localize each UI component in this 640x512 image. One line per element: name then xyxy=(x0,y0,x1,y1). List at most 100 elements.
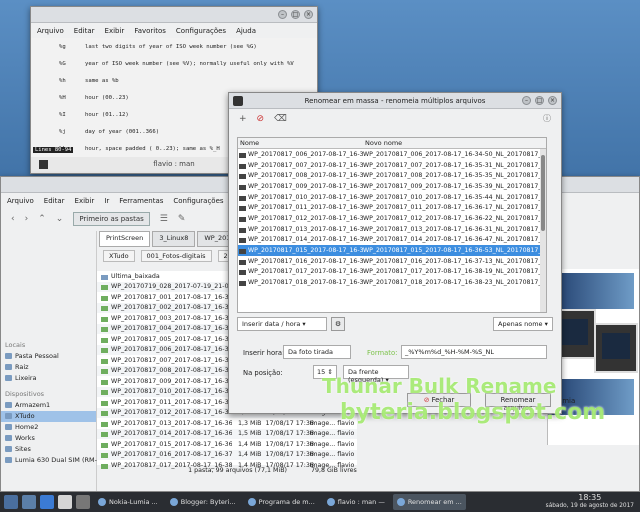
taskbar: Nokia-Lumia ... Blogger: Byteri... Program… xyxy=(0,492,640,512)
down-icon[interactable]: ⌄ xyxy=(56,214,64,224)
new-name-cell: WP_20170817_010_2017-08-17_16-35-44_NL_2… xyxy=(363,193,543,201)
scope-select[interactable]: Apenas nome ▾ xyxy=(493,317,553,331)
minimize-icon[interactable]: – xyxy=(522,96,531,105)
terminal-icon[interactable] xyxy=(76,495,90,509)
menu-item-arquivo[interactable]: Arquivo xyxy=(7,197,34,205)
menu-item-editar[interactable]: Editar xyxy=(44,197,65,205)
terminal-line: %g last two digits of year of ISO week nu… xyxy=(59,44,317,61)
menu-item-configurações[interactable]: Configurações xyxy=(176,27,226,35)
format-key: %j xyxy=(59,129,66,135)
bulk-rename-dialog[interactable]: Renomear em massa - renomeia múltiplos a… xyxy=(228,92,562,414)
format-key: %H xyxy=(59,95,66,101)
folder-icon[interactable] xyxy=(40,495,54,509)
table-row[interactable]: WP_20170817_010_2017-08-17_16-3... WP_201… xyxy=(238,192,546,203)
close-icon[interactable]: × xyxy=(304,10,313,19)
back-icon[interactable]: ‹ xyxy=(11,214,15,224)
file-row[interactable]: WP_20170817_015_2017-08-17_16-36-53_NL.j… xyxy=(97,439,357,450)
table-scrollbar[interactable] xyxy=(540,149,546,312)
scrollbar-thumb[interactable] xyxy=(541,155,545,231)
tool-icon[interactable]: ✎ xyxy=(178,214,186,224)
format-label: Formato: xyxy=(367,349,398,357)
browser-icon[interactable] xyxy=(58,495,72,509)
maximize-icon[interactable]: □ xyxy=(291,10,300,19)
table-row[interactable]: WP_20170817_018_2017-08-17_16-3... WP_201… xyxy=(238,277,546,288)
sidebar-item[interactable]: Armazem1 xyxy=(1,400,96,411)
table-row[interactable]: WP_20170817_007_2017-08-17_16-3... WP_201… xyxy=(238,160,546,171)
app-launcher-icon[interactable] xyxy=(4,495,18,509)
menu-item-configurações[interactable]: Configurações xyxy=(173,197,223,205)
sidebar-item[interactable]: Home2 xyxy=(1,422,96,433)
format-description: hour, space padded ( 0..23); same as %_H xyxy=(85,146,220,152)
close-icon[interactable]: × xyxy=(548,96,557,105)
clear-list-icon[interactable]: ⌫ xyxy=(274,114,287,124)
file-type: Image... xyxy=(309,440,336,448)
breadcrumb-item[interactable]: 001_Fotos-digitais xyxy=(140,250,212,262)
table-row[interactable]: WP_20170817_013_2017-08-17_16-3... WP_201… xyxy=(238,224,546,235)
file-name: WP_20170817_011_2017-08-17_16-36-... xyxy=(97,399,232,406)
folders-first-button[interactable]: Primeiro as pastas xyxy=(73,212,150,226)
sidebar-item[interactable]: Sites xyxy=(1,444,96,455)
time-source-select[interactable]: Da foto tirada xyxy=(283,345,351,359)
menu-item-editar[interactable]: Editar xyxy=(74,27,95,35)
table-row[interactable]: WP_20170817_012_2017-08-17_16-3... WP_201… xyxy=(238,213,546,224)
menu-item-exibir[interactable]: Exibir xyxy=(75,197,95,205)
file-row[interactable]: WP_20170817_016_2017-08-17_16-37-13_NL.j… xyxy=(97,449,357,460)
taskbar-task[interactable]: Blogger: Byteri... xyxy=(166,494,240,510)
dialog-title: Renomear em massa - renomeia múltiplos a… xyxy=(304,96,486,105)
table-row[interactable]: WP_20170817_017_2017-08-17_16-3... WP_201… xyxy=(238,267,546,278)
up-icon[interactable]: ⌃ xyxy=(38,214,46,224)
taskbar-task[interactable]: Programa de m... xyxy=(244,494,319,510)
minimize-icon[interactable]: – xyxy=(278,10,287,19)
format-key: %h xyxy=(59,78,66,84)
table-row[interactable]: WP_20170817_006_2017-08-17_16-3... WP_201… xyxy=(238,149,546,160)
tab[interactable]: 3_Linux8 xyxy=(152,231,196,247)
table-row[interactable]: WP_20170817_011_2017-08-17_16-3... WP_201… xyxy=(238,202,546,213)
file-name: WP_20170817_012_2017-08-17_16-36-22_NL.j… xyxy=(97,409,232,417)
format-key: %I xyxy=(59,112,66,118)
breadcrumb-item[interactable]: XTudo xyxy=(103,250,135,262)
tab[interactable]: PrintScreen xyxy=(99,231,151,247)
table-row[interactable]: WP_20170817_014_2017-08-17_16-3... WP_201… xyxy=(238,235,546,246)
file-manager-icon[interactable] xyxy=(22,495,36,509)
taskbar-task[interactable]: flavio : man — xyxy=(323,494,389,510)
file-row[interactable]: WP_20170817_014_2017-08-17_16-36-47_NL.j… xyxy=(97,428,357,439)
rename-preview-table[interactable]: Nome Novo nome WP_20170817_006_2017-08-1… xyxy=(237,137,547,313)
new-name-cell: WP_20170817_016_2017-08-17_16-37-13_NL_2… xyxy=(363,257,543,265)
sidebar-item[interactable]: Raiz xyxy=(1,362,96,373)
sidebar-item[interactable]: Works xyxy=(1,433,96,444)
sidebar-item[interactable]: Lixeira xyxy=(1,373,96,384)
task-label: Programa de m... xyxy=(258,498,315,506)
taskbar-task[interactable]: Renomear em ... xyxy=(392,494,466,510)
menu-item-ajuda[interactable]: Ajuda xyxy=(236,27,256,35)
column-header-name[interactable]: Nome xyxy=(238,138,363,148)
info-icon[interactable]: ⓘ xyxy=(543,113,551,124)
operation-settings-button[interactable]: ⚙ xyxy=(331,317,345,331)
file-row[interactable]: WP_20170817_013_2017-08-17_16-36-31_NL.j… xyxy=(97,418,357,429)
taskbar-task[interactable]: Nokia-Lumia ... xyxy=(94,494,162,510)
sidebar-item[interactable]: Lumia 630 Dual SIM (RM-9 xyxy=(1,455,101,466)
menu-item-ir[interactable]: Ir xyxy=(104,197,109,205)
man-titlebar[interactable]: – □ × xyxy=(31,7,317,23)
operation-select[interactable]: Inserir data / hora ▾ xyxy=(237,317,327,331)
menu-item-ferramentas[interactable]: Ferramentas xyxy=(119,197,163,205)
maximize-icon[interactable]: □ xyxy=(535,96,544,105)
sidebar-item[interactable]: XTudo xyxy=(1,411,96,422)
table-row[interactable]: WP_20170817_015_2017-08-17_16-3... WP_201… xyxy=(238,245,546,256)
view-icon[interactable]: ☰ xyxy=(160,214,168,224)
table-row[interactable]: WP_20170817_008_2017-08-17_16-3... WP_201… xyxy=(238,170,546,181)
remove-files-icon[interactable]: ⊘ xyxy=(257,114,265,124)
forward-icon[interactable]: › xyxy=(25,214,29,224)
clock[interactable]: 18:35 sábado, 19 de agosto de 2017 xyxy=(546,493,634,511)
column-header-new-name[interactable]: Novo nome xyxy=(363,138,543,148)
sidebar-item[interactable]: Pasta Pessoal xyxy=(1,351,96,362)
table-row[interactable]: WP_20170817_016_2017-08-17_16-3... WP_201… xyxy=(238,256,546,267)
add-files-icon[interactable]: + xyxy=(239,114,247,124)
dialog-titlebar[interactable]: Renomear em massa - renomeia múltiplos a… xyxy=(229,93,561,109)
menu-item-favoritos[interactable]: Favoritos xyxy=(134,27,166,35)
table-row[interactable]: WP_20170817_009_2017-08-17_16-3... WP_201… xyxy=(238,181,546,192)
file-name: WP_20170817_013_2017-08-17_16-36-31_NL.j… xyxy=(97,420,232,427)
status-free-space: 79,8 GiB livres xyxy=(311,467,357,474)
menu-item-arquivo[interactable]: Arquivo xyxy=(37,27,64,35)
format-input[interactable]: _%Y%m%d_%H-%M-%S_NL xyxy=(401,345,547,359)
menu-item-exibir[interactable]: Exibir xyxy=(105,27,125,35)
